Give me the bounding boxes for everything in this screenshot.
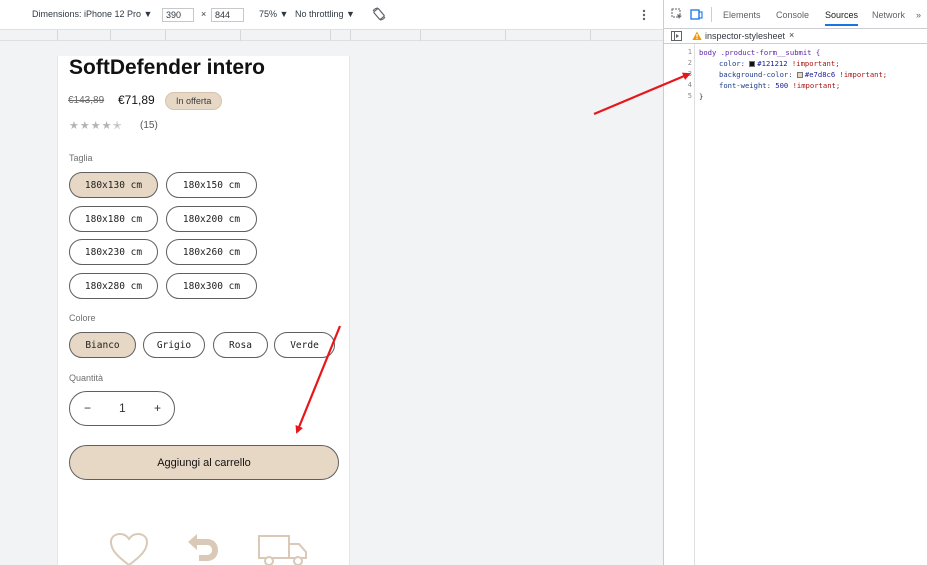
screenshot-root: Dimensions: iPhone 12 Pro ▼ 390 × 844 75… (0, 0, 927, 565)
annotation-arrows (295, 72, 691, 434)
arrow-to-code (593, 72, 691, 116)
arrow-to-button (295, 325, 342, 434)
